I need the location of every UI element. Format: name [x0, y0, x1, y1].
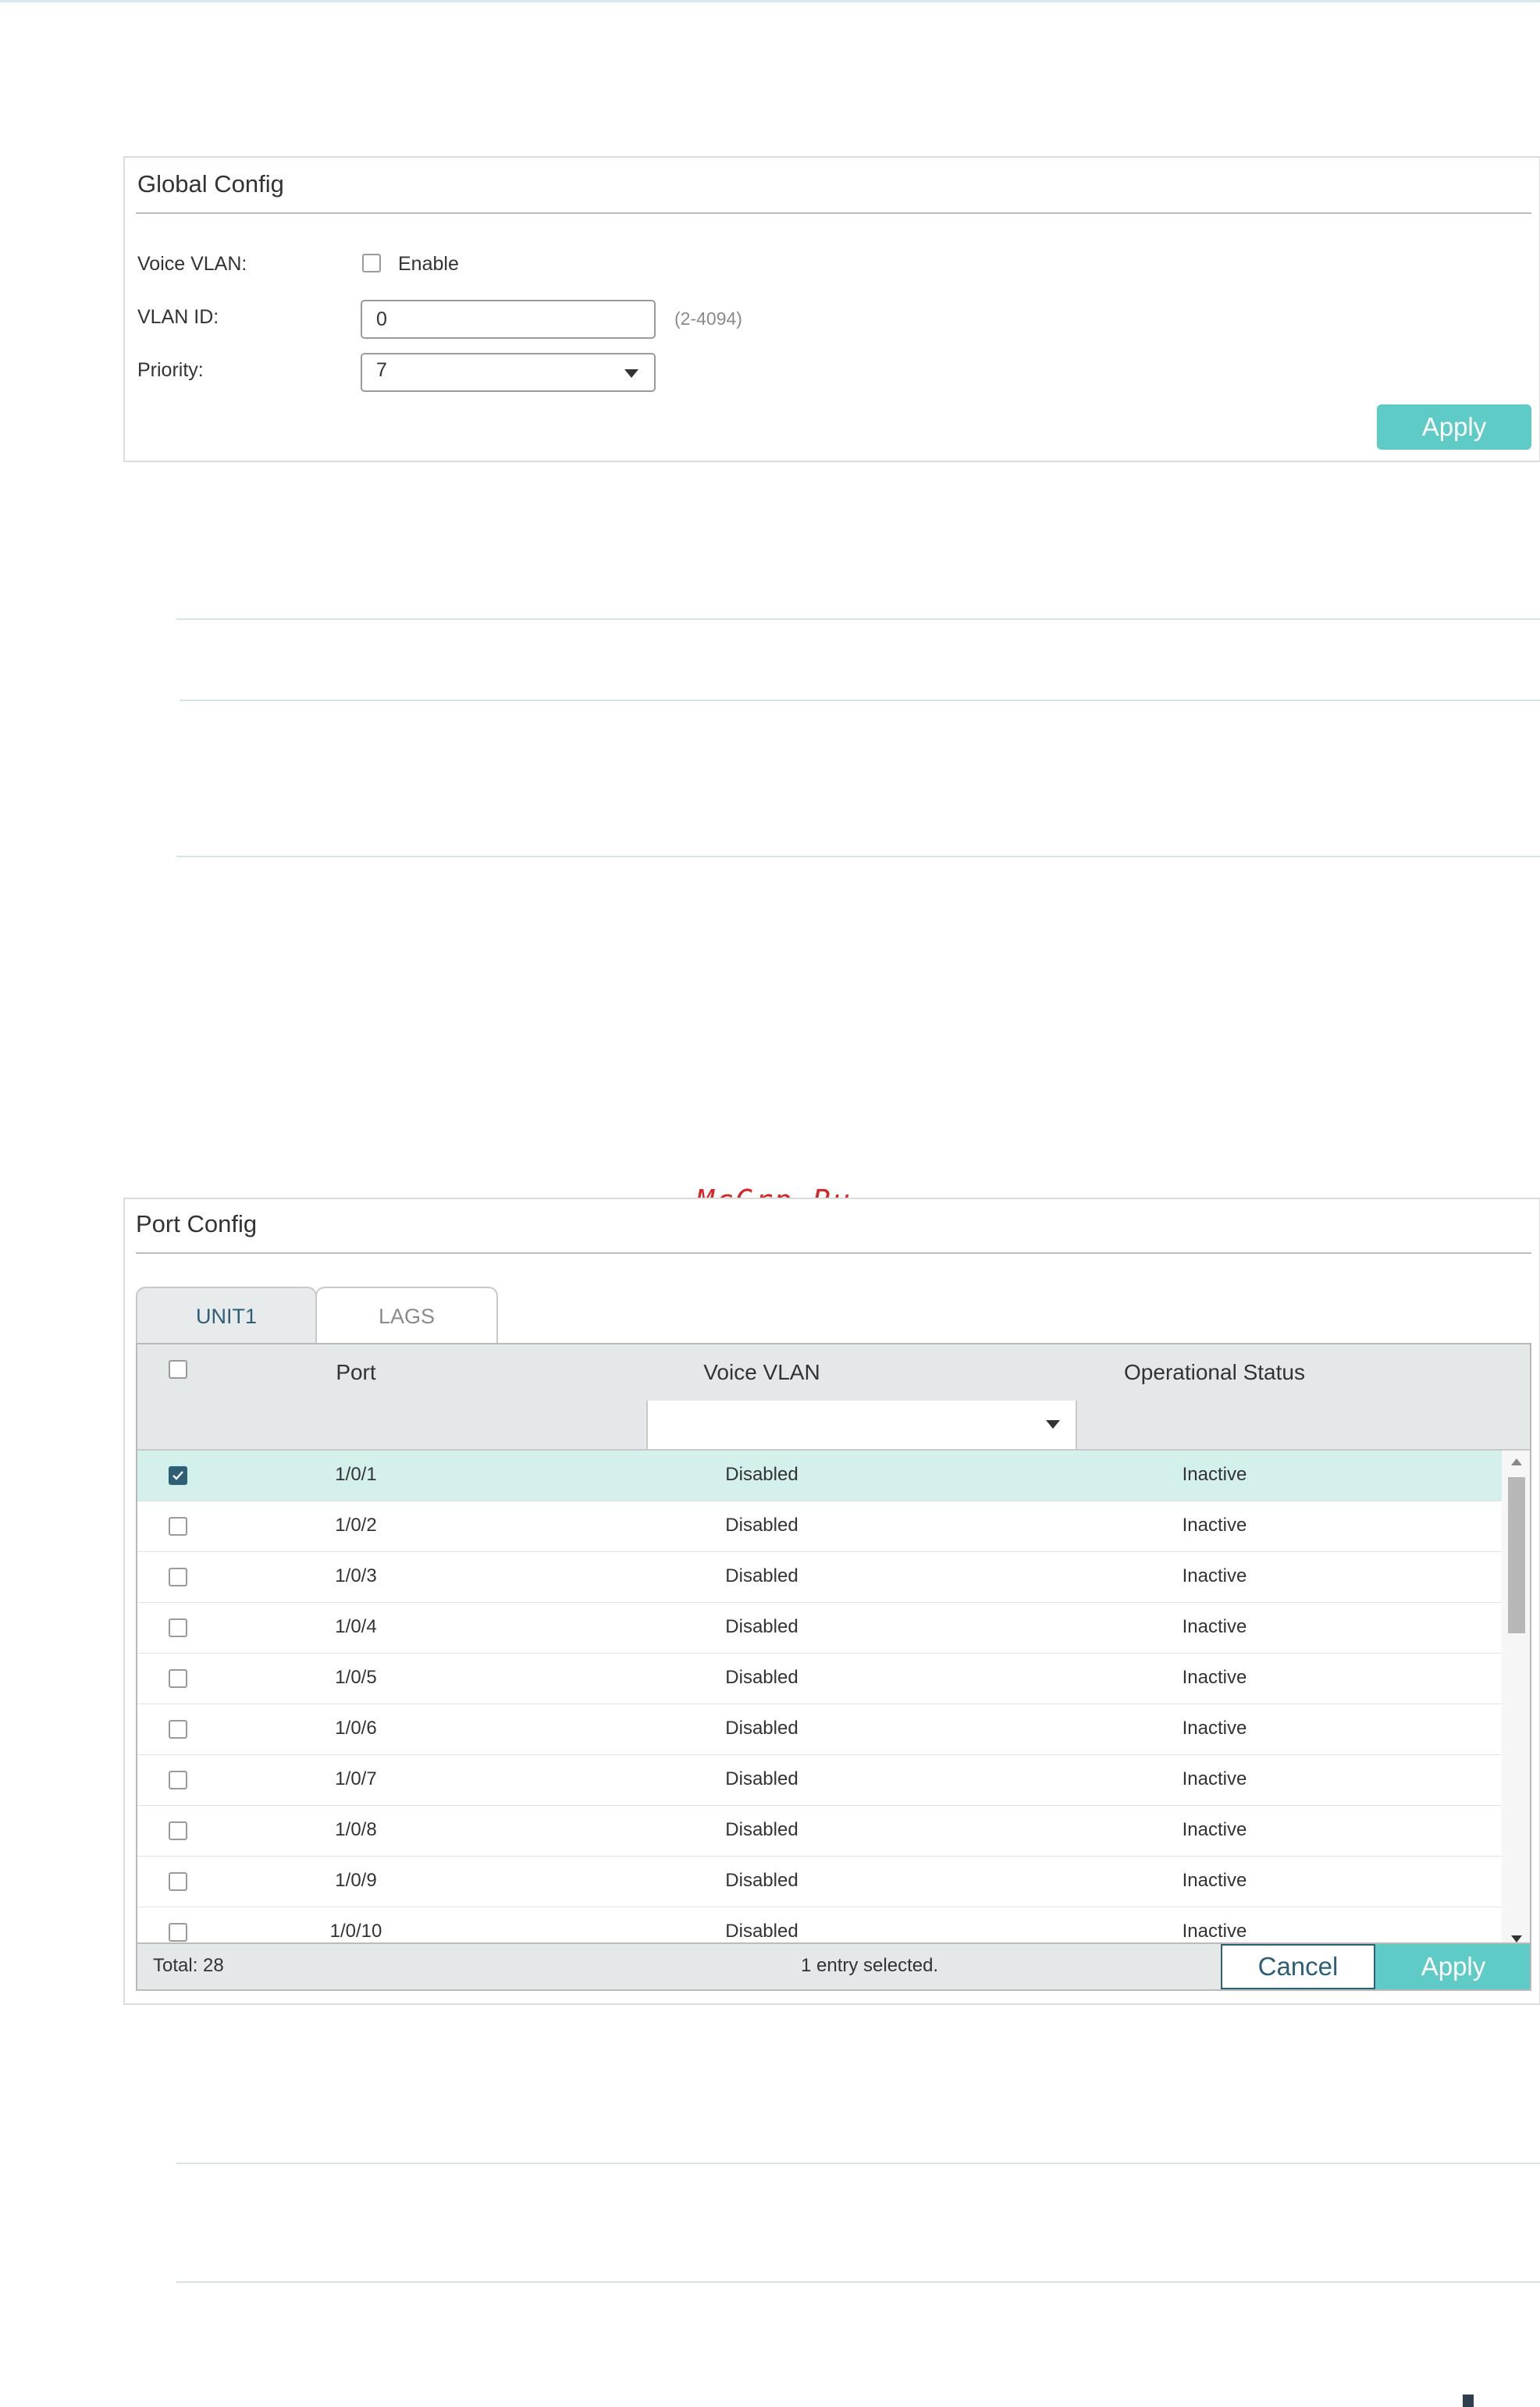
- priority-select[interactable]: 7: [361, 353, 656, 392]
- tab-unit1[interactable]: UNIT1: [136, 1287, 317, 1344]
- row-checkbox[interactable]: [169, 1720, 187, 1739]
- table-footer: Total: 28 1 entry selected. Cancel Apply: [137, 1942, 1530, 1989]
- cell-port: 1/0/9: [335, 1870, 377, 1891]
- port-apply-button[interactable]: Apply: [1375, 1944, 1530, 1989]
- total-count: Total: 28: [153, 1955, 224, 1976]
- cell-operational-status: Inactive: [1182, 1464, 1247, 1485]
- cell-port: 1/0/3: [335, 1565, 377, 1586]
- row-checkbox[interactable]: [169, 1821, 187, 1840]
- port-config-title-rule: [136, 1252, 1531, 1254]
- cell-voice-vlan: Disabled: [725, 1921, 798, 1942]
- scroll-up-icon[interactable]: [1511, 1458, 1522, 1465]
- cell-operational-status: Inactive: [1182, 1718, 1247, 1739]
- table-scrollbar[interactable]: [1502, 1451, 1530, 1950]
- cell-voice-vlan: Disabled: [725, 1718, 798, 1739]
- vlan-id-input[interactable]: [361, 300, 656, 339]
- vlan-id-range-hint: (2-4094): [674, 308, 742, 329]
- table-row[interactable]: 1/0/9 Disabled Inactive: [137, 1857, 1502, 1907]
- voice-vlan-filter-select[interactable]: [646, 1401, 1077, 1449]
- cell-port: 1/0/2: [335, 1515, 377, 1536]
- row-checkbox[interactable]: [169, 1669, 187, 1688]
- cell-port: 1/0/5: [335, 1667, 377, 1688]
- enable-label: Enable: [398, 253, 459, 275]
- checkmark-icon: [172, 1471, 183, 1480]
- table-row[interactable]: 1/0/5 Disabled Inactive: [137, 1654, 1502, 1704]
- row-checkbox[interactable]: [169, 1872, 187, 1891]
- priority-label: Priority:: [137, 359, 204, 381]
- section-divider: [176, 2281, 1540, 2283]
- cell-operational-status: Inactive: [1182, 1616, 1247, 1637]
- voice-vlan-label: Voice VLAN:: [137, 253, 247, 275]
- table-body: 1/0/1 Disabled Inactive 1/0/2 Disabled Inacti…: [137, 1451, 1502, 1958]
- cell-voice-vlan: Disabled: [725, 1464, 798, 1485]
- row-checkbox[interactable]: [169, 1771, 187, 1789]
- column-header-operational-status: Operational Status: [1124, 1360, 1305, 1384]
- section-divider: [176, 856, 1540, 857]
- cell-operational-status: Inactive: [1182, 1515, 1247, 1536]
- selection-status: 1 entry selected.: [801, 1955, 939, 1976]
- cell-operational-status: Inactive: [1182, 1870, 1247, 1891]
- table-row[interactable]: 1/0/3 Disabled Inactive: [137, 1552, 1502, 1603]
- voice-vlan-enable-checkbox[interactable]: [362, 254, 381, 272]
- section-divider: [176, 2163, 1540, 2164]
- row-checkbox[interactable]: [169, 1568, 187, 1586]
- cancel-button[interactable]: Cancel: [1221, 1944, 1375, 1989]
- global-config-panel: Global Config Voice VLAN: Enable VLAN ID…: [123, 156, 1540, 462]
- cell-voice-vlan: Disabled: [725, 1515, 798, 1536]
- cell-voice-vlan: Disabled: [725, 1819, 798, 1840]
- table-row[interactable]: 1/0/7 Disabled Inactive: [137, 1755, 1502, 1806]
- cell-voice-vlan: Disabled: [725, 1768, 798, 1789]
- cell-voice-vlan: Disabled: [725, 1616, 798, 1637]
- table-row[interactable]: 1/0/1 Disabled Inactive: [137, 1451, 1502, 1501]
- priority-select-value: 7: [376, 359, 387, 381]
- top-divider: [0, 0, 1540, 2]
- cell-port: 1/0/8: [335, 1819, 377, 1840]
- filter-row: [137, 1401, 1530, 1451]
- port-table: Port Voice VLAN Operational Status 1/0/1…: [136, 1343, 1531, 1991]
- select-all-checkbox[interactable]: [169, 1360, 187, 1379]
- global-config-title: Global Config: [137, 170, 284, 198]
- page-corner-mark: [1463, 2395, 1474, 2407]
- table-row[interactable]: 1/0/6 Disabled Inactive: [137, 1704, 1502, 1755]
- chevron-down-icon: [624, 369, 638, 378]
- cell-operational-status: Inactive: [1182, 1667, 1247, 1688]
- row-checkbox[interactable]: [169, 1618, 187, 1637]
- section-divider: [180, 700, 1540, 701]
- tab-lags[interactable]: LAGS: [315, 1287, 498, 1344]
- global-config-title-rule: [136, 212, 1531, 214]
- cell-port: 1/0/1: [335, 1464, 377, 1485]
- row-checkbox[interactable]: [169, 1517, 187, 1536]
- cell-port: 1/0/10: [329, 1921, 382, 1942]
- table-row[interactable]: 1/0/2 Disabled Inactive: [137, 1501, 1502, 1552]
- cell-operational-status: Inactive: [1182, 1768, 1247, 1789]
- port-config-title: Port Config: [136, 1210, 258, 1237]
- column-header-voice-vlan: Voice VLAN: [703, 1360, 820, 1384]
- cell-operational-status: Inactive: [1182, 1921, 1247, 1942]
- row-checkbox[interactable]: [169, 1923, 187, 1942]
- cell-port: 1/0/4: [335, 1616, 377, 1637]
- cell-port: 1/0/6: [335, 1718, 377, 1739]
- cell-port: 1/0/7: [335, 1768, 377, 1789]
- cell-voice-vlan: Disabled: [725, 1565, 798, 1586]
- port-config-panel: Port Config UNIT1 LAGS Port Voice VLAN O…: [123, 1198, 1540, 2005]
- scrollbar-thumb[interactable]: [1508, 1477, 1525, 1633]
- cell-voice-vlan: Disabled: [725, 1870, 798, 1891]
- row-checkbox[interactable]: [169, 1466, 187, 1485]
- cell-voice-vlan: Disabled: [725, 1667, 798, 1688]
- table-row[interactable]: 1/0/4 Disabled Inactive: [137, 1603, 1502, 1654]
- scroll-down-icon[interactable]: [1511, 1935, 1522, 1942]
- global-apply-button[interactable]: Apply: [1377, 404, 1531, 450]
- chevron-down-icon: [1046, 1420, 1060, 1429]
- section-divider: [176, 618, 1540, 620]
- tab-bar: UNIT1 LAGS: [136, 1287, 510, 1344]
- table-header: Port Voice VLAN Operational Status: [137, 1344, 1530, 1402]
- cell-operational-status: Inactive: [1182, 1565, 1247, 1586]
- column-header-port: Port: [336, 1360, 376, 1384]
- cell-operational-status: Inactive: [1182, 1819, 1247, 1840]
- vlan-id-label: VLAN ID:: [137, 306, 219, 328]
- table-row[interactable]: 1/0/8 Disabled Inactive: [137, 1806, 1502, 1857]
